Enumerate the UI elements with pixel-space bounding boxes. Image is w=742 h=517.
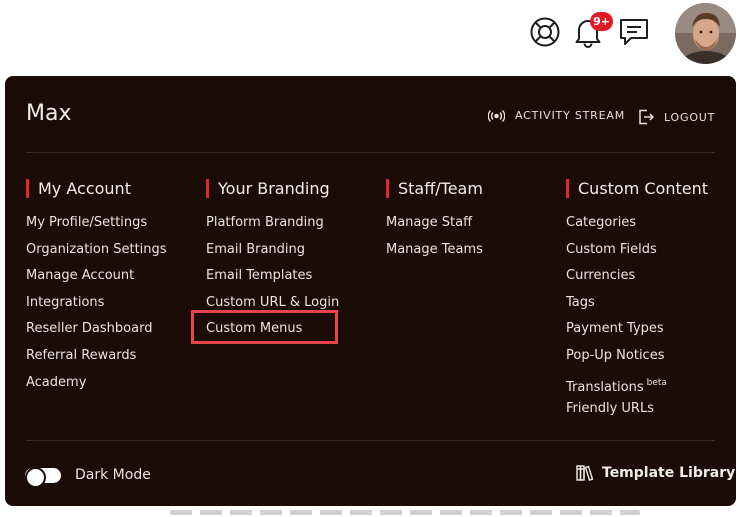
column-heading: Custom Content (566, 178, 742, 198)
menu-item-manage-teams[interactable]: Manage Teams (386, 237, 566, 264)
column-heading: Your Branding (206, 178, 386, 198)
column-heading: My Account (26, 178, 206, 198)
heading-accent-bar (26, 178, 29, 198)
lifebuoy-icon[interactable] (528, 15, 562, 49)
activity-stream-label: ACTIVITY STREAM (515, 109, 625, 122)
menu-item-manage-account[interactable]: Manage Account (26, 263, 206, 290)
heading-accent-bar (386, 178, 389, 198)
menu-item-tags[interactable]: Tags (566, 290, 742, 317)
menu-item-custom-fields[interactable]: Custom Fields (566, 237, 742, 264)
column-staff-team: Staff/Team Manage Staff Manage Teams (386, 178, 566, 263)
user-name: Max (26, 101, 72, 126)
beta-badge: beta (646, 377, 667, 388)
broadcast-icon (488, 109, 505, 122)
library-books-icon (576, 465, 594, 481)
column-heading: Staff/Team (386, 178, 566, 198)
notification-badge: 9+ (590, 12, 613, 31)
menu-item-reseller-dashboard[interactable]: Reseller Dashboard (26, 316, 206, 343)
footer-divider (26, 440, 715, 441)
menu-item-organization-settings[interactable]: Organization Settings (26, 237, 206, 264)
menu-item-referral-rewards[interactable]: Referral Rewards (26, 343, 206, 370)
dark-mode-toggle[interactable] (25, 467, 61, 488)
menu-item-manage-staff[interactable]: Manage Staff (386, 210, 566, 237)
avatar[interactable] (675, 3, 736, 64)
menu-item-integrations[interactable]: Integrations (26, 290, 206, 317)
dark-mode-label: Dark Mode (75, 467, 151, 483)
menu-item-translations[interactable]: Translations beta (566, 370, 742, 397)
template-library-label: Template Library (602, 464, 736, 481)
column-my-account: My Account My Profile/Settings Organizat… (26, 178, 206, 396)
heading-text: My Account (38, 178, 131, 198)
logout-label: LOGOUT (664, 110, 716, 124)
logout-icon (639, 109, 654, 125)
menu-item-my-profile-settings[interactable]: My Profile/Settings (26, 210, 206, 237)
menu-item-currencies[interactable]: Currencies (566, 263, 742, 290)
heading-accent-bar (206, 178, 209, 198)
heading-text: Your Branding (218, 178, 330, 198)
menu-item-pop-up-notices[interactable]: Pop-Up Notices (566, 343, 742, 370)
logout-link[interactable]: LOGOUT (638, 109, 715, 125)
account-dropdown-panel: Max ACTIVITY STREAM LOGOUT My Account My… (5, 76, 736, 506)
menu-item-platform-branding[interactable]: Platform Branding (206, 210, 386, 237)
column-custom-content: Custom Content Categories Custom Fields … (566, 178, 742, 423)
template-library-link[interactable]: Template Library (576, 464, 735, 481)
background-text-peek (170, 510, 640, 515)
menu-item-friendly-urls[interactable]: Friendly URLs (566, 396, 742, 423)
header-divider (26, 152, 715, 153)
custom-menus-highlight (191, 310, 338, 344)
activity-stream-link[interactable]: ACTIVITY STREAM (488, 109, 625, 122)
menu-item-academy[interactable]: Academy (26, 370, 206, 397)
menu-item-categories[interactable]: Categories (566, 210, 742, 237)
heading-text: Staff/Team (398, 178, 483, 198)
chat-icon[interactable] (617, 15, 651, 49)
translations-label: Translations (566, 379, 644, 395)
heading-accent-bar (566, 178, 569, 198)
heading-text: Custom Content (578, 178, 709, 198)
menu-item-email-branding[interactable]: Email Branding (206, 237, 386, 264)
menu-item-email-templates[interactable]: Email Templates (206, 263, 386, 290)
menu-item-payment-types[interactable]: Payment Types (566, 316, 742, 343)
